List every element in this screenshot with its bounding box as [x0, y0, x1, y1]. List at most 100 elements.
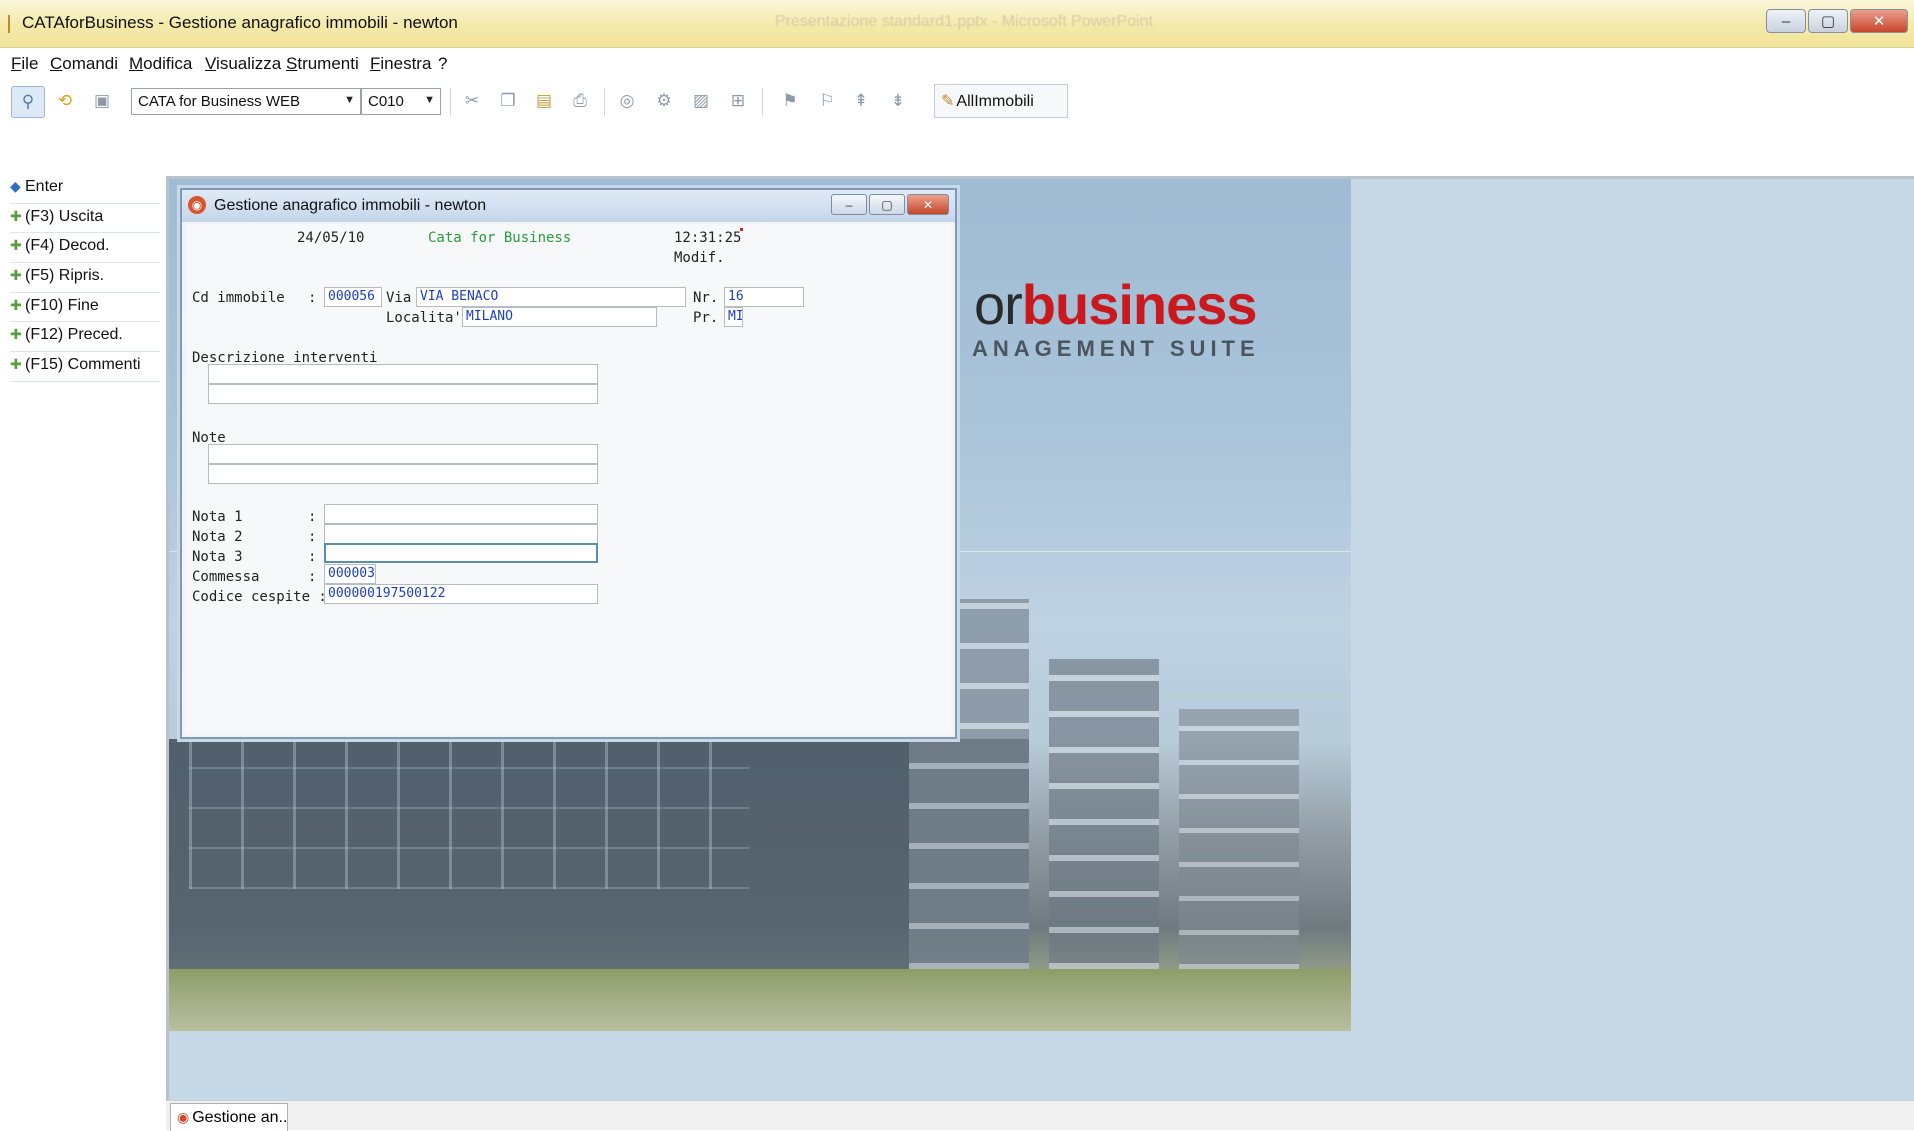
- menu-modifica[interactable]: Modifica: [129, 54, 192, 74]
- label-colon: :: [308, 549, 317, 565]
- label-via: Via: [386, 290, 412, 306]
- enter-icon: ◆: [10, 178, 21, 194]
- label-localita: Localita': [386, 310, 462, 326]
- nota-3-field[interactable]: [324, 543, 598, 563]
- copy-icon[interactable]: ❐: [497, 90, 519, 112]
- label-colon: :: [308, 509, 317, 525]
- print-icon[interactable]: ⎙: [569, 90, 591, 112]
- note-field-1[interactable]: [208, 444, 598, 464]
- minimize-button[interactable]: –: [1766, 9, 1806, 33]
- nota-2-field[interactable]: [324, 524, 598, 544]
- app-icon: ◉: [188, 196, 206, 214]
- fkey-f5-ripris[interactable]: ✚ (F5) Ripris.: [10, 263, 160, 293]
- child-window-title: Gestione anagrafico immobili - newton: [214, 197, 487, 214]
- key-icon: ✚: [10, 237, 22, 254]
- descrizione-field-2[interactable]: [208, 384, 598, 404]
- function-key-panel: ◆ Enter ✚ (F3) Uscita ✚ (F4) Decod. ✚ (F5) R…: [10, 174, 160, 382]
- fkey-f15-commenti[interactable]: ✚ (F15) Commenti: [10, 352, 160, 382]
- edit-icon: ✎: [941, 93, 955, 110]
- label-nota-1: Nota 1: [192, 509, 243, 525]
- tool-c-icon[interactable]: ⇞: [850, 90, 872, 112]
- menu-bar: File Comandi Modifica Visualizza Strumen…: [0, 48, 1914, 78]
- cd-immobile-field[interactable]: 000056: [324, 287, 382, 307]
- fkey-enter[interactable]: ◆ Enter: [10, 174, 160, 204]
- title-bar: CATAforBusiness - Gestione anagrafico im…: [0, 0, 1914, 48]
- child-maximize-button[interactable]: ▢: [869, 194, 905, 215]
- toolbar: ⚲ ⟲ ▣ CATA for Business WEB ▼ C010 ▼ ✂ ❐…: [0, 78, 1914, 124]
- fkey-f3-uscita[interactable]: ✚ (F3) Uscita: [10, 204, 160, 234]
- key-icon: ✚: [10, 207, 22, 224]
- child-window-controls: – ▢ ✕: [831, 194, 949, 215]
- label-nr: Nr.: [693, 290, 719, 306]
- child-close-button[interactable]: ✕: [907, 194, 949, 215]
- window-tab[interactable]: ◉ Gestione an...: [170, 1103, 288, 1131]
- menu-help[interactable]: ?: [438, 54, 447, 74]
- undo-icon[interactable]: ⟲: [54, 90, 76, 112]
- fkey-f4-decod[interactable]: ✚ (F4) Decod.: [10, 233, 160, 264]
- key-icon: ✚: [10, 326, 22, 343]
- note-field-2[interactable]: [208, 464, 598, 484]
- nr-field[interactable]: 16: [724, 287, 804, 307]
- form-mode: Modif.: [674, 250, 725, 266]
- child-minimize-button[interactable]: –: [831, 194, 867, 215]
- tool-a-icon[interactable]: ⚑: [779, 90, 801, 112]
- label-codice-cespite: Codice cespite :: [192, 589, 327, 605]
- pr-field[interactable]: MI: [724, 307, 743, 327]
- gestione-immobili-window: ◉ Gestione anagrafico immobili - newton …: [180, 188, 957, 739]
- preview-icon[interactable]: ◎: [616, 90, 638, 112]
- settings-icon[interactable]: ⚙: [653, 90, 675, 112]
- label-colon: :: [308, 529, 317, 545]
- chevron-down-icon: ▼: [344, 94, 355, 106]
- localita-field[interactable]: MILANO: [462, 307, 657, 327]
- menu-strumenti[interactable]: Strumenti: [286, 54, 359, 74]
- window-controls: – ▢ ✕: [1766, 9, 1908, 33]
- label-nota-3: Nota 3: [192, 549, 243, 565]
- key-icon: ✚: [10, 267, 22, 284]
- menu-visualizza[interactable]: Visualizza: [205, 54, 281, 74]
- toolbar-separator: [604, 88, 605, 116]
- environment-select[interactable]: CATA for Business WEB ▼: [131, 88, 361, 115]
- allimmobili-button[interactable]: ✎ AllImmobili: [934, 84, 1068, 118]
- form-date: 24/05/10: [297, 230, 365, 246]
- label-pr: Pr.: [693, 310, 719, 326]
- logo-tagline: ANAGEMENT SUITE: [972, 336, 1260, 361]
- tool-d-icon[interactable]: ⇟: [887, 90, 909, 112]
- label-nota-2: Nota 2: [192, 529, 243, 545]
- background-window-title: Presentazione standard1.pptx - Microsoft…: [775, 13, 1153, 30]
- label-colon: :: [308, 569, 317, 585]
- commessa-field[interactable]: 000003: [324, 564, 376, 584]
- toolbar-separator: [450, 88, 451, 116]
- chevron-down-icon: ▼: [424, 94, 435, 106]
- label-commessa: Commessa: [192, 569, 260, 585]
- form-app-name: Cata for Business: [428, 230, 572, 246]
- menu-finestra[interactable]: Finestra: [370, 54, 431, 74]
- tool-b-icon[interactable]: ⚐: [816, 90, 838, 112]
- network-icon[interactable]: ⊞: [727, 90, 749, 112]
- fkey-f12-preced[interactable]: ✚ (F12) Preced.: [10, 322, 160, 353]
- menu-file[interactable]: File: [11, 54, 38, 74]
- company-select[interactable]: C010 ▼: [361, 88, 441, 115]
- toolbar-separator: [762, 88, 763, 116]
- label-cd-immobile: Cd immobile: [192, 290, 285, 306]
- link-icon[interactable]: ⚲: [11, 86, 45, 118]
- mdi-taskbar: ◉ Gestione an...: [166, 1100, 1914, 1131]
- form-time: 12:31:25: [674, 230, 742, 246]
- image-icon[interactable]: ▨: [690, 90, 712, 112]
- app-icon: ◉: [177, 1109, 190, 1125]
- page-icon[interactable]: ▣: [91, 90, 113, 112]
- label-colon: :: [308, 290, 317, 306]
- key-icon: ✚: [10, 296, 22, 313]
- paste-icon[interactable]: ▤: [533, 90, 555, 112]
- close-button[interactable]: ✕: [1850, 9, 1908, 33]
- scissors-icon[interactable]: ✂: [461, 90, 483, 112]
- descrizione-field-1[interactable]: [208, 364, 598, 384]
- key-icon: ✚: [10, 356, 22, 373]
- app-icon: [8, 15, 16, 33]
- maximize-button[interactable]: ▢: [1808, 9, 1848, 33]
- fkey-f10-fine[interactable]: ✚ (F10) Fine: [10, 293, 160, 323]
- via-field[interactable]: VIA BENACO: [416, 287, 686, 307]
- nota-1-field[interactable]: [324, 504, 598, 524]
- logo: orbusiness: [974, 273, 1258, 336]
- codice-cespite-field[interactable]: 000000197500122: [324, 584, 598, 604]
- menu-comandi[interactable]: Comandi: [50, 54, 118, 74]
